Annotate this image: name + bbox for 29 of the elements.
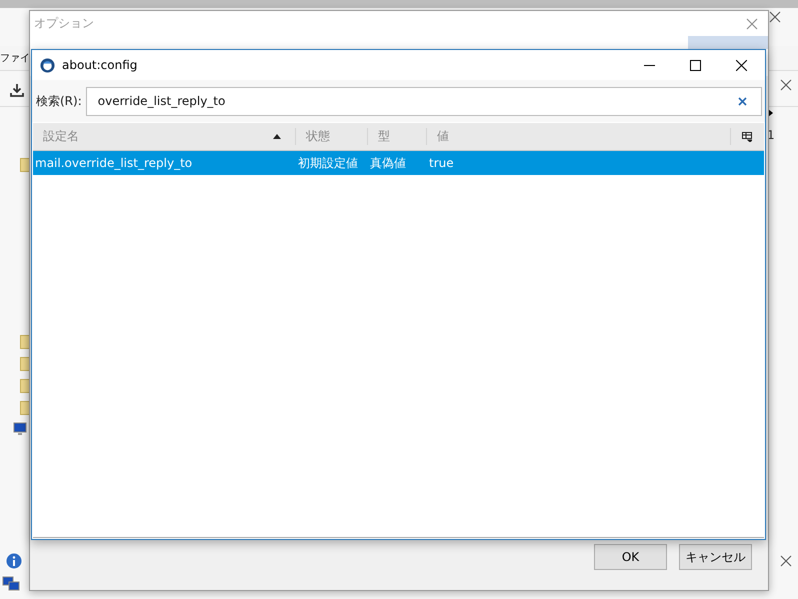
column-header[interactable]: 型 <box>378 128 426 145</box>
app-logo-icon <box>40 58 55 72</box>
column-header[interactable]: 状態 <box>306 128 367 145</box>
column-header[interactable]: 設定名 <box>43 128 273 145</box>
table-cell-text: 初期設定値 <box>297 154 359 172</box>
maximize-icon[interactable] <box>690 60 701 70</box>
menu-item[interactable]: ファイ <box>0 51 30 65</box>
search-field[interactable]: override_list_reply_to <box>86 86 762 116</box>
table-cell-text: true <box>428 156 455 170</box>
close-icon[interactable] <box>780 555 792 567</box>
column-picker-icon[interactable] <box>742 132 752 142</box>
download-icon[interactable] <box>10 83 24 97</box>
column-header[interactable]: 値 <box>437 128 730 145</box>
dialog-button[interactable]: OK <box>594 544 667 570</box>
close-icon[interactable] <box>736 60 747 70</box>
dialog-button[interactable]: キャンセル <box>679 544 752 570</box>
monitor-icon[interactable] <box>13 422 27 436</box>
sort-ascending-icon[interactable] <box>273 134 281 139</box>
window-title: about:config <box>62 58 138 72</box>
table-cell-text: mail.override_list_reply_to <box>34 156 194 170</box>
window-title: オプション <box>34 15 95 32</box>
table-cell-text: 真偽値 <box>369 154 407 172</box>
search-label: 検索(R): <box>36 92 82 110</box>
info-icon[interactable] <box>6 553 22 569</box>
network-icon[interactable] <box>2 576 20 592</box>
table-row[interactable]: mail.override_list_reply_to 初期設定値 真偽値 true <box>33 151 764 175</box>
clear-icon[interactable] <box>738 96 747 106</box>
close-icon[interactable] <box>780 79 792 91</box>
close-icon[interactable] <box>769 11 781 23</box>
